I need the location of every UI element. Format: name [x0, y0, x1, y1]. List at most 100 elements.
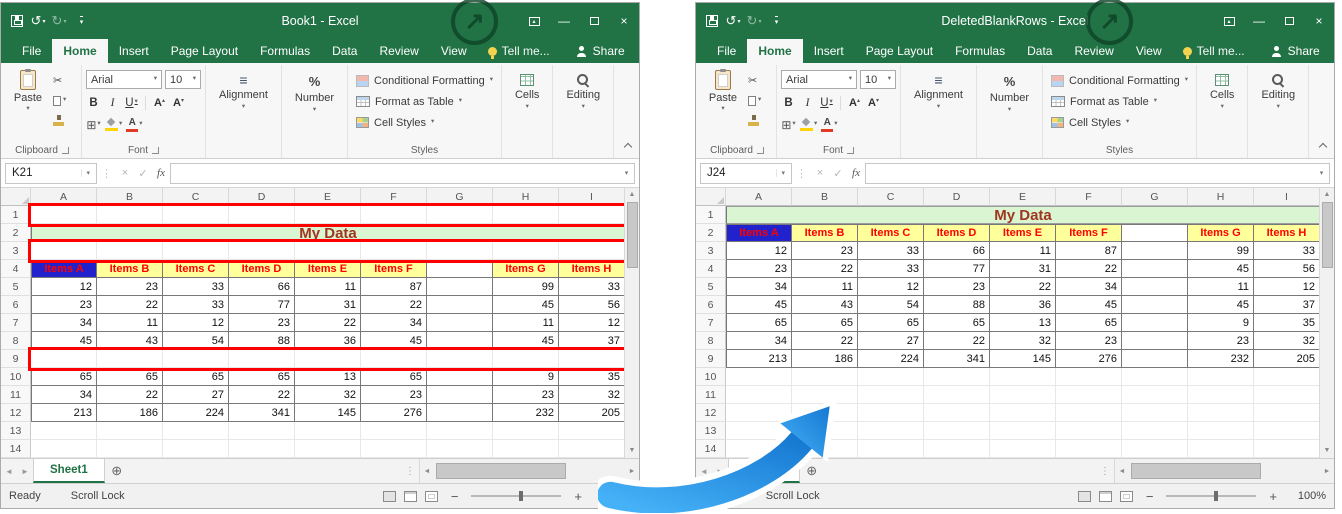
minimize-button[interactable]: — [1244, 3, 1274, 39]
header-cell[interactable]: Items D [924, 224, 990, 242]
grid-cell[interactable]: 32 [1254, 332, 1319, 350]
grid-cell[interactable]: 45 [1188, 260, 1254, 278]
tab-formulas[interactable]: Formulas [944, 39, 1016, 63]
row-header-1[interactable]: 1 [1, 206, 31, 224]
maximize-button[interactable] [1274, 3, 1304, 39]
grid-cell[interactable] [559, 242, 624, 260]
paste-button[interactable]: Paste ▾ [7, 67, 49, 129]
grid-cell[interactable]: 341 [229, 404, 295, 422]
underline-button[interactable]: U▾ [124, 94, 139, 111]
header-cell[interactable]: Items G [1188, 224, 1254, 242]
grid-cell[interactable] [361, 422, 427, 440]
grid-cell[interactable] [97, 440, 163, 458]
font-color-button[interactable]: ▾ [821, 116, 837, 133]
grid-cell[interactable]: 54 [163, 332, 229, 350]
customize-qat-button[interactable]: ▾ [70, 10, 90, 32]
tab-view[interactable]: View [430, 39, 478, 63]
grid-cell[interactable] [990, 368, 1056, 386]
grid-cell[interactable] [493, 242, 559, 260]
tab-data[interactable]: Data [321, 39, 368, 63]
new-sheet-button[interactable]: ⊕ [105, 459, 129, 483]
grid-cell[interactable]: 65 [1056, 314, 1122, 332]
column-header-D[interactable]: D [924, 188, 990, 206]
close-button[interactable]: × [1304, 3, 1334, 39]
grid-cell[interactable] [97, 206, 163, 224]
grid-cell[interactable] [1188, 368, 1254, 386]
header-cell[interactable]: Items D [229, 260, 295, 278]
grid-cell[interactable]: 65 [792, 314, 858, 332]
header-cell[interactable]: Items G [493, 260, 559, 278]
zoom-slider[interactable] [471, 495, 561, 497]
number-button[interactable]: % Number ▾ [981, 67, 1038, 158]
tab-file[interactable]: File [706, 39, 747, 63]
grid-cell[interactable] [1188, 440, 1254, 458]
grid-cell[interactable] [858, 368, 924, 386]
tab-view[interactable]: View [1125, 39, 1173, 63]
grid-cell[interactable]: 11 [295, 278, 361, 296]
grid-cell[interactable]: 23 [493, 386, 559, 404]
grid-cell[interactable] [924, 422, 990, 440]
grid-cell[interactable]: 22 [97, 386, 163, 404]
insert-function-icon[interactable]: fx [847, 167, 865, 179]
redo-button[interactable]: ↻▾ [744, 10, 764, 32]
fill-color-button[interactable]: ▾ [105, 116, 122, 133]
grid-cell[interactable]: 12 [858, 278, 924, 296]
grid-cell[interactable]: 33 [163, 278, 229, 296]
grid-cell[interactable]: 11 [1188, 278, 1254, 296]
grid-cell[interactable]: 34 [31, 314, 97, 332]
row-header-2[interactable]: 2 [1, 224, 31, 242]
column-header-G[interactable]: G [1122, 188, 1188, 206]
cut-button[interactable]: ✂ [746, 72, 772, 89]
grid-cell[interactable] [1122, 350, 1188, 368]
grid-cell[interactable] [427, 206, 493, 224]
enter-icon[interactable]: ✓ [829, 167, 847, 180]
italic-button[interactable]: I [800, 94, 815, 111]
grid-cell[interactable] [31, 206, 97, 224]
tab-formulas[interactable]: Formulas [249, 39, 321, 63]
zoom-out-button[interactable]: − [1141, 489, 1159, 504]
column-header-E[interactable]: E [990, 188, 1056, 206]
row-header-10[interactable]: 10 [1, 368, 31, 386]
grid-cell[interactable]: 9 [493, 368, 559, 386]
grid-cell[interactable] [1254, 440, 1319, 458]
grid-cell[interactable]: 34 [31, 386, 97, 404]
grid-cell[interactable] [229, 440, 295, 458]
grid-cell[interactable]: 27 [163, 386, 229, 404]
grid-cell[interactable] [361, 440, 427, 458]
grid-cell[interactable]: 232 [1188, 350, 1254, 368]
table-title-cell[interactable]: My Data [726, 206, 1319, 224]
zoom-out-button[interactable]: − [446, 489, 464, 504]
scroll-track[interactable] [434, 459, 625, 483]
grid-cell[interactable]: 33 [559, 278, 624, 296]
grid-cell[interactable]: 33 [858, 242, 924, 260]
grid-cell[interactable]: 37 [1254, 296, 1319, 314]
grid-cell[interactable]: 12 [1254, 278, 1319, 296]
sheet-nav-left-button[interactable]: ◄ [1, 459, 17, 483]
column-header-I[interactable]: I [559, 188, 624, 206]
row-header-4[interactable]: 4 [696, 260, 726, 278]
grid-cell[interactable]: 23 [924, 278, 990, 296]
grid-cell[interactable] [493, 350, 559, 368]
grid-cell[interactable] [858, 422, 924, 440]
grid-cell[interactable]: 36 [990, 296, 1056, 314]
scroll-down-icon[interactable]: ▼ [1324, 446, 1331, 456]
grid-cell[interactable]: 276 [361, 404, 427, 422]
page-layout-view-button[interactable] [1099, 491, 1112, 502]
grid-cell[interactable]: 22 [990, 278, 1056, 296]
column-header-H[interactable]: H [493, 188, 559, 206]
font-size-select[interactable]: 10▾ [165, 70, 201, 89]
number-button[interactable]: % Number ▾ [286, 67, 343, 158]
header-cell[interactable]: Items E [990, 224, 1056, 242]
copy-button[interactable]: ▾ [51, 92, 77, 109]
grid-cell[interactable] [97, 350, 163, 368]
collapse-ribbon-button[interactable] [1320, 141, 1326, 153]
grid-cell[interactable]: 145 [990, 350, 1056, 368]
editing-button[interactable]: Editing ▾ [557, 67, 609, 158]
grid-cell[interactable] [1122, 386, 1188, 404]
grid-cell[interactable]: 23 [792, 242, 858, 260]
formula-input[interactable] [865, 163, 1314, 184]
row-header-6[interactable]: 6 [1, 296, 31, 314]
grid-cell[interactable] [990, 422, 1056, 440]
font-name-select[interactable]: Arial▾ [781, 70, 857, 89]
grid-cell[interactable] [1122, 422, 1188, 440]
